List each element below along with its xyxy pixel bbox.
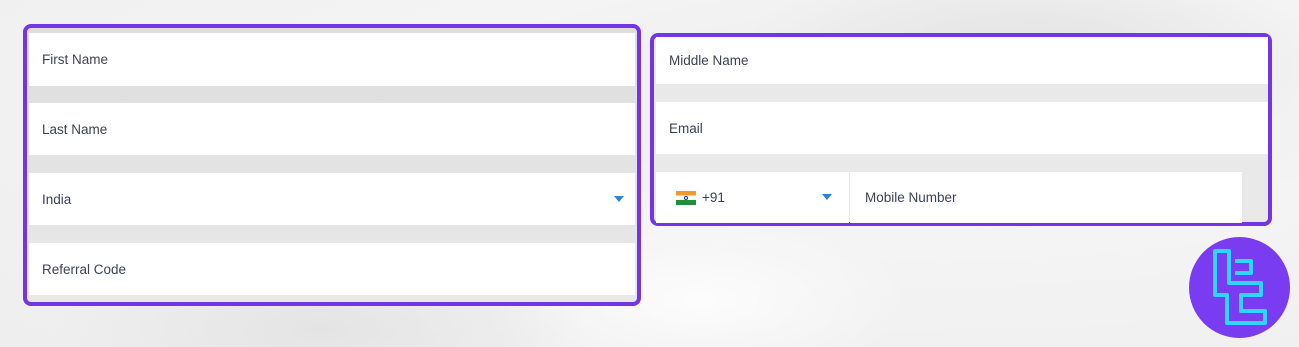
chevron-down-icon [822,194,832,200]
middle-name-field[interactable]: Middle Name [656,37,1268,84]
last-name-placeholder: Last Name [42,121,108,137]
referral-code-field[interactable]: Referral Code [29,243,635,295]
last-name-field[interactable]: Last Name [29,103,635,155]
first-name-field[interactable]: First Name [29,33,635,86]
middle-name-placeholder: Middle Name [669,53,749,68]
tc-logo-mark [1213,249,1267,325]
phone-code-select[interactable]: +91 [656,172,849,223]
india-flag-icon [676,190,696,205]
tc-logo-icon [1189,237,1290,338]
first-name-placeholder: First Name [42,52,109,67]
mobile-number-field[interactable]: Mobile Number [850,172,1242,223]
left-field-group-highlight: First Name Last Name India Referral Code [23,24,641,306]
right-field-group-highlight: Middle Name Email +91 Mobile Number [650,33,1272,226]
chevron-down-icon [614,196,624,202]
phone-code-value: +91 [702,190,725,205]
country-select[interactable]: India [29,173,635,225]
email-placeholder: Email [669,120,703,136]
referral-code-placeholder: Referral Code [42,261,127,277]
email-field[interactable]: Email [656,102,1268,154]
country-value: India [42,191,72,207]
mobile-number-placeholder: Mobile Number [865,190,957,205]
